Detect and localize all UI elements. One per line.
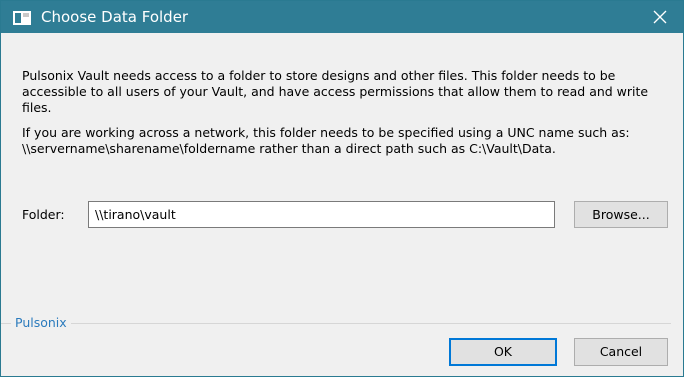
folder-label: Folder:: [22, 207, 65, 222]
choose-data-folder-dialog: Choose Data Folder Pulsonix Vault needs …: [0, 0, 684, 377]
info-paragraph-access: Pulsonix Vault needs access to a folder …: [22, 68, 649, 115]
group-label-pulsonix: Pulsonix: [11, 314, 71, 332]
ok-button[interactable]: OK: [449, 338, 557, 366]
group-divider: [1, 323, 671, 324]
cancel-button[interactable]: Cancel: [574, 338, 668, 366]
folder-path-input[interactable]: [88, 201, 555, 228]
browse-button[interactable]: Browse...: [574, 201, 668, 228]
close-button[interactable]: [637, 1, 683, 33]
window-title: Choose Data Folder: [41, 8, 189, 26]
close-icon: [653, 10, 667, 24]
title-bar[interactable]: Choose Data Folder: [1, 1, 683, 33]
window-app-icon: [13, 10, 31, 25]
info-paragraph-unc: If you are working across a network, thi…: [22, 125, 630, 156]
